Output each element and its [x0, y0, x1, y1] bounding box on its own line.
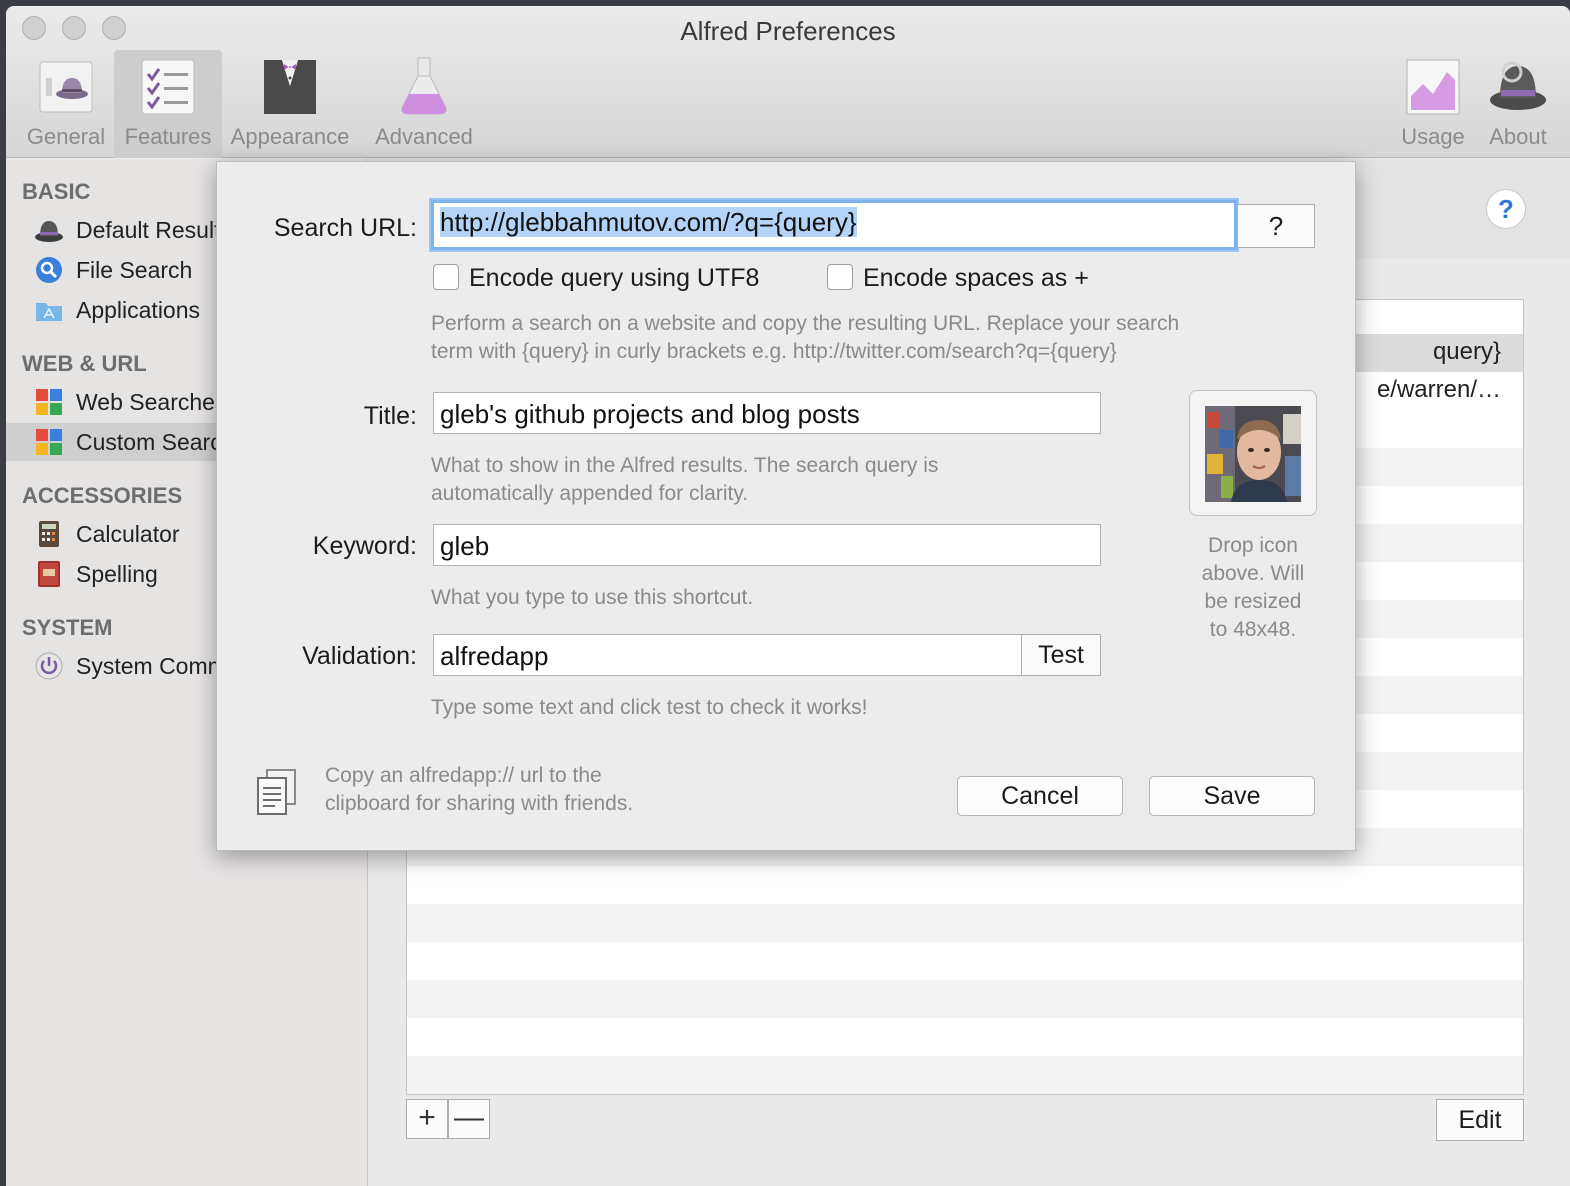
title-label: Title: [363, 402, 417, 430]
title-hint-line2: automatically appended for clarity. [431, 482, 749, 505]
toolbar-appearance[interactable]: Appearance [224, 50, 356, 158]
toolbar-general[interactable]: General [18, 50, 114, 158]
section-accessories: ACCESSORIES [22, 483, 183, 508]
general-hat-icon [39, 61, 93, 113]
sidebar-item-label: Applications [76, 297, 201, 323]
url-help-button[interactable]: ? [1237, 204, 1315, 248]
add-search-button[interactable]: + [406, 1099, 448, 1139]
web-search-icon [36, 389, 62, 415]
sidebar-item-label: File Search [76, 257, 193, 283]
search-url-value: http://glebbahmutov.com/?q={query} [440, 207, 857, 237]
features-checklist-icon [141, 59, 195, 115]
drop-icon-hint: Drop icon above. Will be resized to 48x4… [1177, 532, 1329, 644]
appearance-tuxedo-icon [264, 60, 316, 114]
copy-url-hint-line1: Copy an alfredapp:// url to the [325, 764, 602, 787]
drop-icon-hint-line: Drop icon [1208, 534, 1298, 557]
alfred-preferences-window: Alfred Preferences General Features Appe… [6, 6, 1570, 1186]
calculator-icon [39, 521, 59, 547]
toolbar-features-label: Features [124, 124, 212, 149]
keyword-field[interactable]: gleb [433, 524, 1101, 566]
drop-icon-hint-line: be resized [1204, 590, 1302, 613]
section-web-url: WEB & URL [22, 351, 147, 376]
advanced-flask-icon [401, 57, 447, 115]
power-icon [35, 652, 63, 680]
usage-chart-icon [1406, 59, 1460, 115]
sidebar-item-label: Default Results [76, 217, 232, 243]
encode-utf8-label: Encode query using UTF8 [469, 264, 760, 292]
section-system: SYSTEM [22, 615, 113, 640]
validation-hint: Type some text and click test to check i… [431, 696, 868, 719]
drop-icon-hint-line: to 48x48. [1209, 618, 1297, 641]
clipboard-copy-icon[interactable] [255, 768, 299, 816]
toolbar-about[interactable]: About [1478, 50, 1558, 158]
section-basic: BASIC [22, 179, 91, 204]
save-button[interactable]: Save [1149, 776, 1315, 816]
copy-url-hint-line2: clipboard for sharing with friends. [325, 792, 634, 815]
table-cell: query} [1432, 338, 1501, 365]
sidebar-item-label: Web Searches [76, 389, 227, 415]
sidebar-item-label: Calculator [76, 521, 180, 547]
toolbar-usage[interactable]: Usage [1394, 50, 1472, 158]
encode-utf8-checkbox[interactable] [433, 264, 459, 290]
toolbar-appearance-label: Appearance [230, 124, 350, 149]
applications-folder-icon [36, 303, 62, 321]
help-button[interactable]: ? [1486, 189, 1526, 229]
keyword-hint: What you type to use this shortcut. [431, 586, 754, 609]
window-title: Alfred Preferences [680, 16, 896, 46]
validation-field[interactable]: alfredapp [433, 634, 1023, 676]
icon-drop-well[interactable] [1189, 390, 1317, 516]
sidebar-item-label: Spelling [76, 561, 158, 587]
title-field[interactable]: gleb's github projects and blog posts [433, 392, 1101, 434]
toolbar-advanced-label: Advanced [375, 124, 473, 149]
encode-spaces-label: Encode spaces as + [863, 264, 1089, 292]
title-hint-line1: What to show in the Alfred results. The … [431, 454, 939, 477]
search-url-hint-line1: Perform a search on a website and copy t… [431, 312, 1180, 335]
remove-search-button[interactable]: — [448, 1099, 490, 1139]
table-cell: e/warren/… [1376, 376, 1501, 403]
edit-search-button[interactable]: Edit [1436, 1099, 1524, 1141]
toolbar-features[interactable]: Features [114, 50, 222, 158]
keyword-label: Keyword: [312, 532, 417, 560]
dictionary-book-icon [38, 561, 60, 587]
test-button[interactable]: Test [1021, 634, 1101, 676]
magnifier-icon [36, 257, 62, 283]
toolbar-advanced[interactable]: Advanced [362, 50, 486, 158]
validation-label: Validation: [302, 642, 417, 670]
custom-search-sheet: Search URL: http://glebbahmutov.com/?q={… [216, 161, 1356, 851]
hat-icon [35, 221, 63, 242]
cancel-button[interactable]: Cancel [957, 776, 1123, 816]
toolbar-usage-label: Usage [1401, 124, 1465, 149]
titlebar: Alfred Preferences General Features Appe… [6, 6, 1570, 158]
search-url-field[interactable]: http://glebbahmutov.com/?q={query} [431, 200, 1237, 250]
avatar [1205, 406, 1301, 502]
search-url-label: Search URL: [273, 214, 417, 242]
toolbar-about-label: About [1489, 124, 1547, 149]
search-url-hint-line2: term with {query} in curly brackets e.g.… [431, 340, 1117, 363]
custom-search-icon [36, 429, 62, 455]
toolbar-general-label: General [26, 124, 106, 149]
encode-spaces-checkbox[interactable] [827, 264, 853, 290]
about-hat-icon [1490, 61, 1546, 110]
drop-icon-hint-line: above. Will [1201, 562, 1305, 585]
